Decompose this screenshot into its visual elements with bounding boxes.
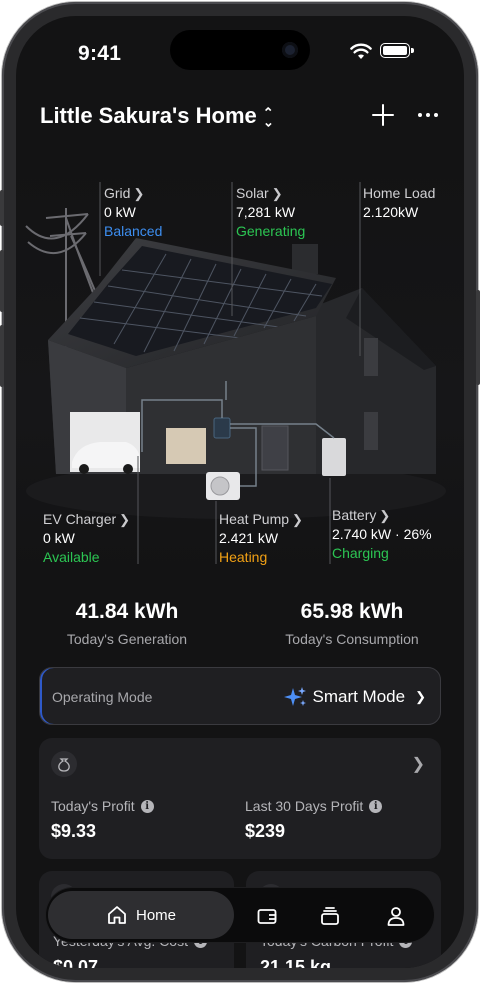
last30-profit: Last 30 Days Profit i $239: [245, 798, 383, 842]
grid-value: 0 kW: [104, 204, 136, 220]
add-icon[interactable]: [372, 104, 394, 126]
coin-bag-icon: [51, 751, 77, 777]
operating-mode-value: Smart Mode: [312, 687, 406, 706]
today-profit-label: Today's Profit: [51, 798, 135, 814]
more-icon[interactable]: [418, 113, 438, 117]
heat-pump-value: 2.421 kW: [219, 530, 279, 546]
wallet-icon[interactable]: [256, 905, 278, 927]
last30-profit-label: Last 30 Days Profit: [245, 798, 364, 814]
today-profit-value: $9.33: [51, 821, 97, 841]
battery-node[interactable]: Battery ❯ 2.740 kW · 26% Charging: [332, 506, 432, 563]
grid-label: Grid: [104, 185, 131, 201]
side-button: [0, 190, 4, 226]
wifi-icon: [350, 43, 372, 59]
operating-mode-value-row: Smart Mode ❯: [283, 686, 426, 708]
heat-pump-node[interactable]: Heat Pump ❯ 2.421 kW Heating: [219, 510, 303, 567]
home-load-label: Home Load: [363, 185, 436, 201]
generation-value: 41.84 kWh: [75, 600, 179, 623]
operating-mode-card[interactable]: Operating Mode Smart Mode ❯: [39, 667, 441, 725]
chevron-right-icon: ❯: [379, 508, 391, 523]
ev-charger-label: EV Charger: [43, 511, 117, 527]
info-icon[interactable]: i: [140, 799, 154, 813]
ev-charger-value: 0 kW: [43, 530, 75, 546]
tab-home-label: Home: [135, 906, 176, 924]
home-icon: [108, 906, 126, 924]
grid-status: Balanced: [104, 223, 163, 239]
generation-label: Today's Generation: [66, 631, 188, 647]
screen: 9:41 Little Sakura's Home ⌃ ⌃ Grid ❯ 0 k…: [16, 16, 464, 968]
energy-flow-scene: Grid ❯ 0 kW Balanced Solar ❯ 7,281 kW Gene…: [16, 156, 464, 576]
chevron-right-icon: ❯: [119, 512, 131, 527]
avg-cost-value: $0.07: [53, 957, 99, 968]
last30-profit-value: $239: [245, 821, 286, 841]
solar-value: 7,281 kW: [236, 204, 296, 220]
grid-node[interactable]: Grid ❯ 0 kW Balanced: [104, 184, 162, 241]
solar-node[interactable]: Solar ❯ 7,281 kW Generating: [236, 184, 305, 241]
home-load-node[interactable]: Home Load 2.120kW: [363, 184, 435, 222]
solar-label: Solar: [236, 185, 269, 201]
camera-icon: [282, 42, 298, 58]
chevron-right-icon: ❯: [411, 756, 425, 773]
side-button: [0, 250, 4, 312]
side-button: [0, 325, 4, 387]
home-load-value: 2.120kW: [363, 204, 419, 220]
home-selector[interactable]: Little Sakura's Home ⌃ ⌃: [40, 103, 274, 129]
chevron-updown-icon: ⌃ ⌃: [262, 105, 274, 129]
chevron-right-icon: ❯: [415, 689, 426, 704]
info-icon[interactable]: i: [369, 799, 383, 813]
sparkle-icon: [283, 687, 306, 706]
heat-pump-status: Heating: [219, 549, 268, 565]
home-title: Little Sakura's Home: [40, 103, 257, 128]
ev-charger-node[interactable]: EV Charger ❯ 0 kW Available: [43, 510, 130, 567]
chevron-right-icon: ❯: [271, 186, 283, 201]
profit-card[interactable]: ❯ Today's Profit i $9.33 Last 30 Days Pro…: [39, 738, 441, 859]
battery-icon: [380, 43, 414, 58]
tab-home[interactable]: Home: [48, 891, 234, 939]
consumption-stat: 65.98 kWh Today's Consumption: [252, 600, 452, 647]
solar-status: Generating: [236, 223, 306, 239]
dynamic-island: [170, 30, 310, 70]
chevron-right-icon: ❯: [133, 186, 145, 201]
profile-icon[interactable]: [385, 905, 407, 927]
tab-bar: Home: [46, 888, 434, 942]
generation-stat: 41.84 kWh Today's Generation: [27, 600, 227, 647]
chevron-right-icon: ❯: [292, 512, 303, 527]
side-button: [476, 290, 480, 385]
status-time: 9:41: [78, 42, 122, 65]
carbon-value: 21.15 kg: [260, 957, 332, 968]
today-profit: Today's Profit i $9.33: [51, 798, 154, 842]
heat-pump-label: Heat Pump: [219, 511, 290, 527]
battery-label: Battery: [332, 507, 377, 523]
devices-icon[interactable]: [319, 905, 341, 927]
battery-value: 2.740 kW · 26%: [332, 526, 432, 542]
ev-charger-status: Available: [43, 549, 100, 565]
consumption-label: Today's Consumption: [285, 631, 419, 647]
operating-mode-label: Operating Mode: [52, 689, 153, 705]
consumption-value: 65.98 kWh: [300, 600, 404, 623]
battery-status: Charging: [332, 545, 389, 561]
